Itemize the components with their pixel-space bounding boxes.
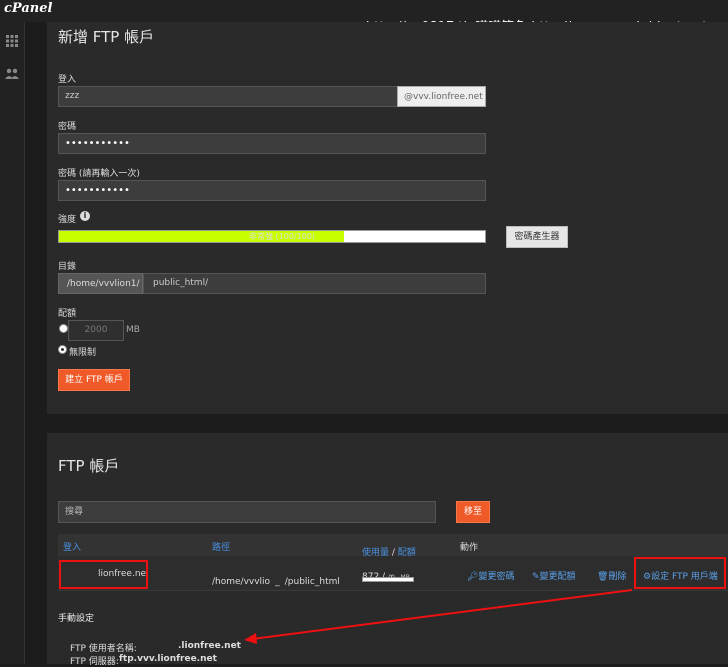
annotation-arrow [244, 589, 633, 644]
